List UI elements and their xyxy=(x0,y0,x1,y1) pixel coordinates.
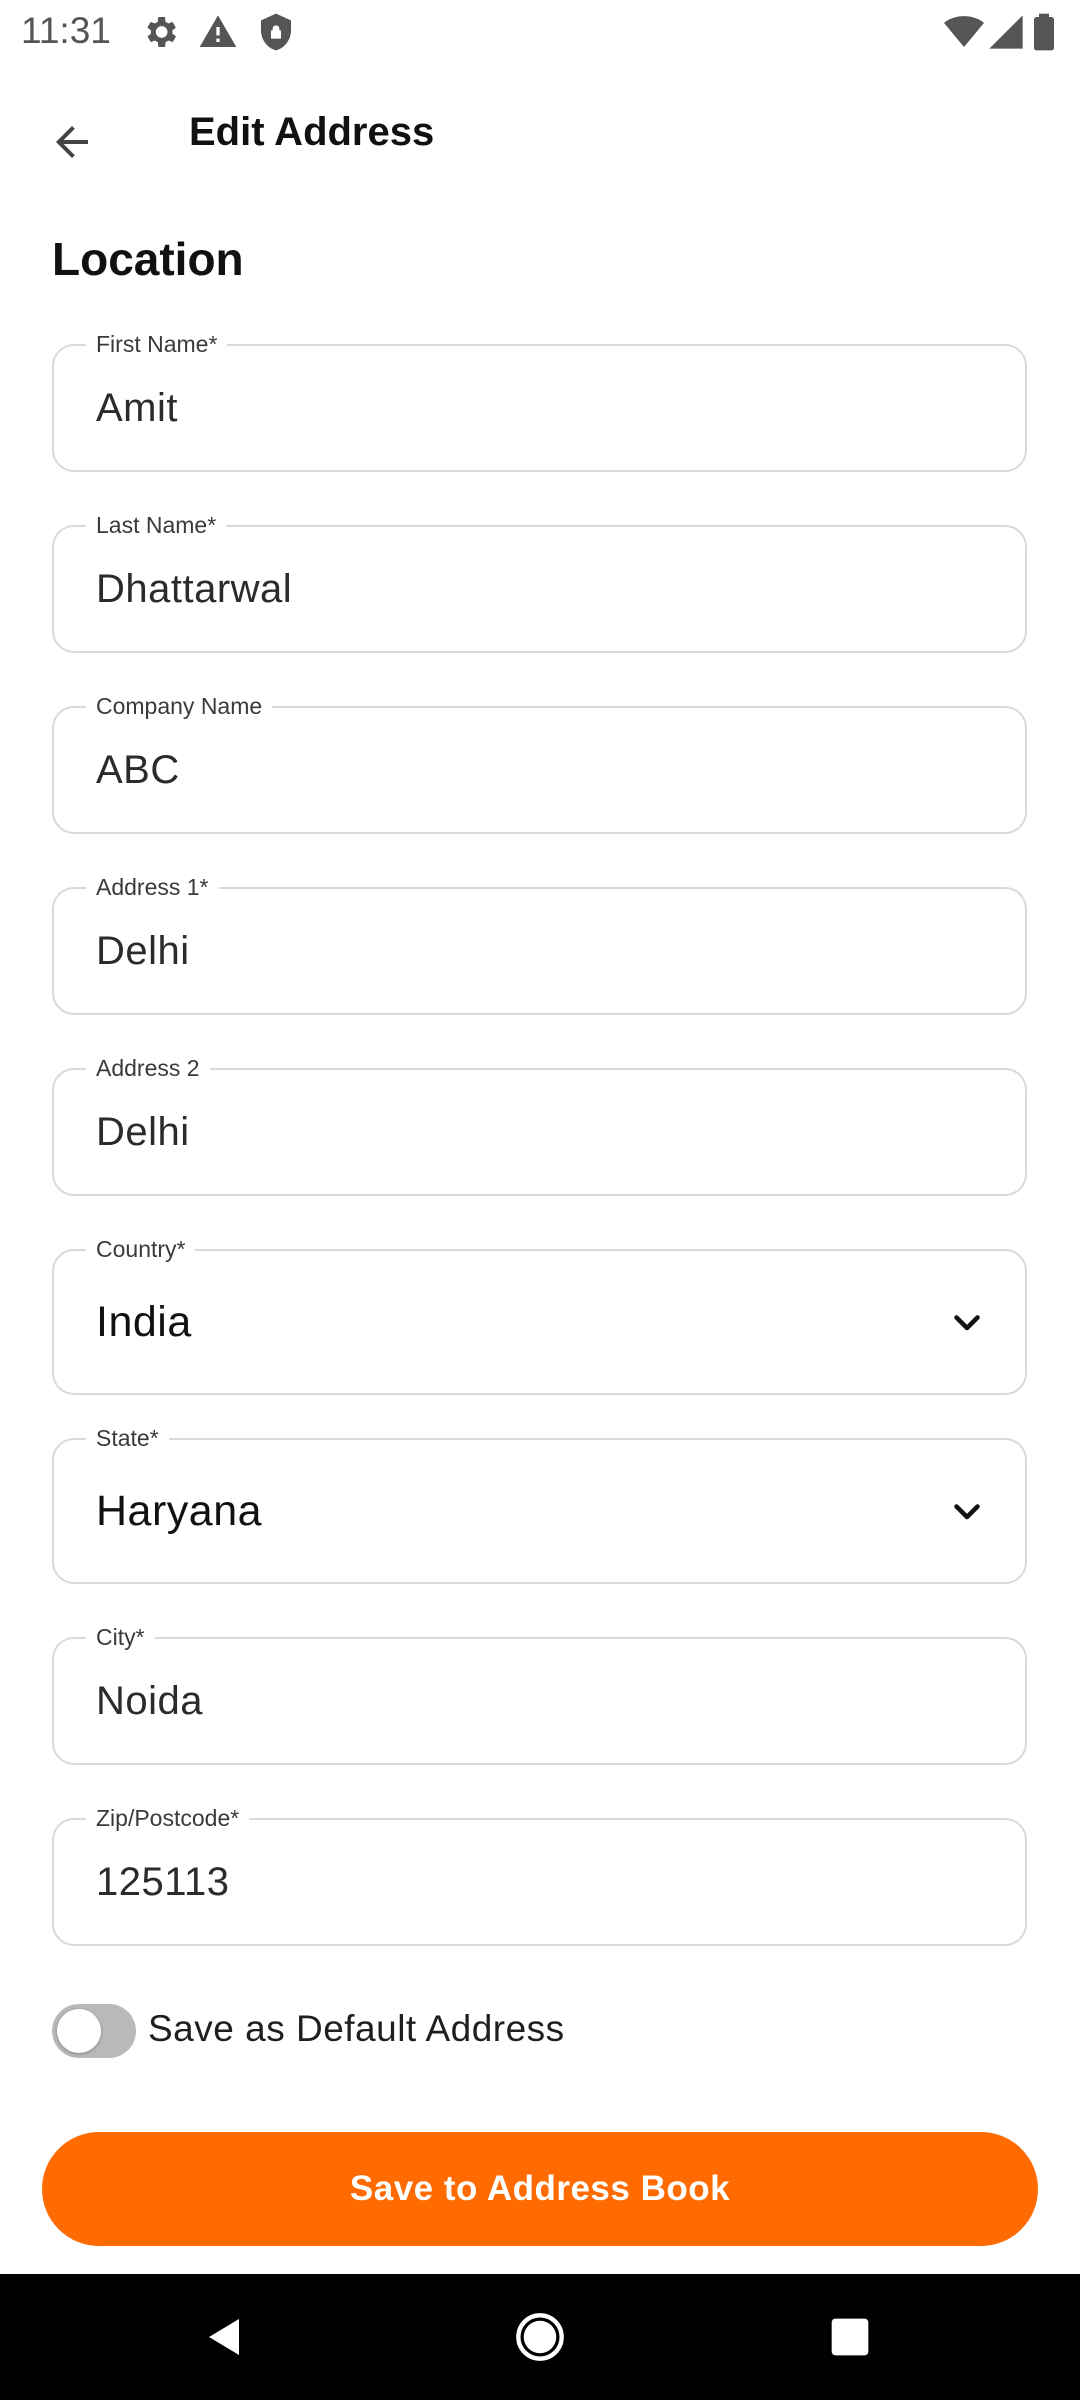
save-to-address-book-button[interactable]: Save to Address Book xyxy=(42,2132,1038,2246)
address1-value[interactable]: Delhi xyxy=(96,889,190,1013)
back-triangle-icon xyxy=(209,2319,239,2355)
city-value[interactable]: Noida xyxy=(96,1639,203,1763)
company-name-value[interactable]: ABC xyxy=(96,708,180,832)
address2-value[interactable]: Delhi xyxy=(96,1070,190,1194)
country-select[interactable]: Country* India xyxy=(52,1234,1027,1395)
default-address-label: Save as Default Address xyxy=(148,2008,565,2049)
signal-icon xyxy=(986,12,1026,52)
chevron-down-icon[interactable] xyxy=(947,1491,987,1531)
nav-back-button[interactable] xyxy=(192,2304,258,2370)
first-name-value[interactable]: Amit xyxy=(96,346,178,470)
state-select[interactable]: State* Haryana xyxy=(52,1423,1027,1584)
home-circle-icon xyxy=(516,2313,564,2361)
zip-value[interactable]: 125113 xyxy=(96,1820,230,1944)
shield-icon xyxy=(256,12,296,52)
recents-square-icon xyxy=(831,2318,869,2356)
battery-icon xyxy=(1030,12,1058,52)
nav-home-button[interactable] xyxy=(507,2304,573,2370)
settings-icon xyxy=(140,12,180,52)
default-address-toggle[interactable] xyxy=(52,2004,136,2058)
system-nav-bar xyxy=(0,2274,1080,2400)
address2-field[interactable]: Address 2 Delhi xyxy=(52,1053,1027,1196)
state-value[interactable]: Haryana xyxy=(96,1440,262,1582)
back-button[interactable] xyxy=(34,104,110,180)
zip-field[interactable]: Zip/Postcode* 125113 xyxy=(52,1803,1027,1946)
company-name-field[interactable]: Company Name ABC xyxy=(52,691,1027,834)
last-name-value[interactable]: Dhattarwal xyxy=(96,527,292,651)
toggle-knob xyxy=(57,2009,101,2053)
city-field[interactable]: City* Noida xyxy=(52,1622,1027,1765)
page-title: Edit Address xyxy=(189,110,435,154)
chevron-down-icon[interactable] xyxy=(947,1302,987,1342)
wifi-icon xyxy=(944,12,984,52)
nav-recents-button[interactable] xyxy=(817,2304,883,2370)
status-bar: 11:31 xyxy=(0,0,1080,64)
country-value[interactable]: India xyxy=(96,1251,192,1393)
status-time: 11:31 xyxy=(21,10,111,51)
app-header: Edit Address xyxy=(0,64,1080,208)
section-title: Location xyxy=(52,233,244,285)
arrow-left-icon xyxy=(56,126,88,158)
last-name-field[interactable]: Last Name* Dhattarwal xyxy=(52,510,1027,653)
address1-field[interactable]: Address 1* Delhi xyxy=(52,872,1027,1015)
warning-icon xyxy=(198,12,238,52)
first-name-field[interactable]: First Name* Amit xyxy=(52,329,1027,472)
